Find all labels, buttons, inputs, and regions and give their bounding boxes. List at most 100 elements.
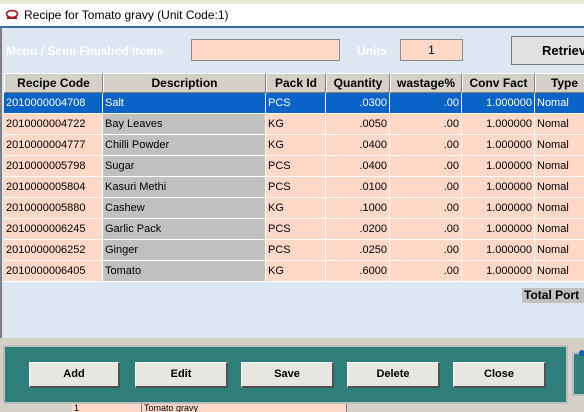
indicator-dot: [579, 350, 584, 356]
column-header-description[interactable]: Description: [103, 73, 266, 93]
pack-id-cell[interactable]: PCS: [266, 240, 326, 261]
conv-fact-cell[interactable]: 1.000000: [462, 261, 535, 282]
type-cell[interactable]: Nomal: [535, 114, 584, 135]
recipe-code-cell[interactable]: 2010000006405: [4, 261, 103, 282]
description-cell[interactable]: Kasuri Methi: [103, 177, 266, 198]
description-cell[interactable]: Sugar: [103, 156, 266, 177]
quantity-cell[interactable]: .6000: [326, 261, 390, 282]
quantity-cell[interactable]: .0250: [326, 240, 390, 261]
pack-id-cell[interactable]: PCS: [266, 93, 326, 114]
column-header-pack-id[interactable]: Pack Id: [266, 73, 326, 93]
table-row[interactable]: 2010000004777 Chilli Powder KG .0400 .00…: [4, 135, 584, 156]
quantity-cell[interactable]: .0300: [326, 93, 390, 114]
description-cell[interactable]: Cashew: [103, 198, 266, 219]
quantity-cell[interactable]: .0400: [326, 135, 390, 156]
description-cell[interactable]: Garlic Pack: [103, 219, 266, 240]
pack-id-cell[interactable]: KG: [266, 198, 326, 219]
type-cell[interactable]: Nomal: [535, 135, 584, 156]
pack-id-cell[interactable]: PCS: [266, 177, 326, 198]
type-cell[interactable]: Nomal: [535, 198, 584, 219]
background-list-row: 1 Tomato gravy: [72, 404, 347, 412]
description-cell[interactable]: Chilli Powder: [103, 135, 266, 156]
recipe-code-cell[interactable]: 2010000004708: [4, 93, 103, 114]
save-button[interactable]: Save: [241, 362, 334, 388]
recipe-code-cell[interactable]: 2010000005880: [4, 198, 103, 219]
conv-fact-cell[interactable]: 1.000000: [462, 135, 535, 156]
table-row[interactable]: 2010000005804 Kasuri Methi PCS .0100 .00…: [4, 177, 584, 198]
type-cell[interactable]: Nomal: [535, 156, 584, 177]
quantity-cell[interactable]: .0050: [326, 114, 390, 135]
window-title: Recipe for Tomato gravy (Unit Code:1): [24, 8, 229, 22]
description-cell[interactable]: Ginger: [103, 240, 266, 261]
table-row[interactable]: 2010000004722 Bay Leaves KG .0050 .00 1.…: [4, 114, 584, 135]
conv-fact-cell[interactable]: 1.000000: [462, 93, 535, 114]
side-panel-edge: [572, 352, 584, 396]
pack-id-cell[interactable]: KG: [266, 114, 326, 135]
conv-fact-cell[interactable]: 1.000000: [462, 156, 535, 177]
recipe-code-cell[interactable]: 2010000005798: [4, 156, 103, 177]
description-cell[interactable]: Tomato: [103, 261, 266, 282]
table-row[interactable]: 2010000006252 Ginger PCS .0250 .00 1.000…: [4, 240, 584, 261]
column-header-type[interactable]: Type: [535, 73, 584, 93]
edit-button[interactable]: Edit: [135, 362, 228, 388]
recipe-code-cell[interactable]: 2010000005804: [4, 177, 103, 198]
retrieve-button[interactable]: Retriev: [511, 36, 584, 65]
description-cell[interactable]: Salt: [103, 93, 266, 114]
background-row-number: 1: [72, 404, 142, 412]
menu-items-label: Menu / Semi Finished Items: [6, 44, 164, 58]
type-cell[interactable]: Nomal: [535, 177, 584, 198]
column-header-conv-fact[interactable]: Conv Fact: [462, 73, 535, 93]
wastage-cell[interactable]: .00: [390, 114, 462, 135]
units-label: Units: [357, 44, 387, 58]
wastage-cell[interactable]: .00: [390, 261, 462, 282]
recipe-code-cell[interactable]: 2010000004722: [4, 114, 103, 135]
recipe-code-cell[interactable]: 2010000006252: [4, 240, 103, 261]
units-input[interactable]: 1: [400, 39, 463, 61]
wastage-cell[interactable]: .00: [390, 198, 462, 219]
type-cell[interactable]: Nomal: [535, 261, 584, 282]
title-bar: Recipe for Tomato gravy (Unit Code:1): [0, 4, 584, 26]
menu-items-input[interactable]: [191, 39, 340, 61]
column-header-quantity[interactable]: Quantity: [326, 73, 390, 93]
quantity-cell[interactable]: .0200: [326, 219, 390, 240]
type-cell[interactable]: Nomal: [535, 93, 584, 114]
table-row[interactable]: 2010000005798 Sugar PCS .0400 .00 1.0000…: [4, 156, 584, 177]
quantity-cell[interactable]: .0100: [326, 177, 390, 198]
type-cell[interactable]: Nomal: [535, 240, 584, 261]
recipe-grid: Recipe Code Description Pack Id Quantity…: [4, 73, 584, 282]
grid-header: Recipe Code Description Pack Id Quantity…: [4, 73, 584, 93]
table-row[interactable]: 2010000005880 Cashew KG .1000 .00 1.0000…: [4, 198, 584, 219]
pack-id-cell[interactable]: KG: [266, 261, 326, 282]
table-row[interactable]: 2010000004708 Salt PCS .0300 .00 1.00000…: [4, 93, 584, 114]
pack-id-cell[interactable]: PCS: [266, 219, 326, 240]
total-portion-label: Total Port: [522, 288, 584, 303]
conv-fact-cell[interactable]: 1.000000: [462, 219, 535, 240]
recipe-app-icon: [5, 9, 19, 19]
column-header-wastage[interactable]: wastage%: [390, 73, 462, 93]
quantity-cell[interactable]: .1000: [326, 198, 390, 219]
conv-fact-cell[interactable]: 1.000000: [462, 240, 535, 261]
pack-id-cell[interactable]: KG: [266, 135, 326, 156]
wastage-cell[interactable]: .00: [390, 240, 462, 261]
conv-fact-cell[interactable]: 1.000000: [462, 198, 535, 219]
wastage-cell[interactable]: .00: [390, 219, 462, 240]
pack-id-cell[interactable]: PCS: [266, 156, 326, 177]
add-button[interactable]: Add: [29, 362, 120, 388]
table-row[interactable]: 2010000006405 Tomato KG .6000 .00 1.0000…: [4, 261, 584, 282]
column-header-recipe-code[interactable]: Recipe Code: [4, 73, 103, 93]
quantity-cell[interactable]: .0400: [326, 156, 390, 177]
wastage-cell[interactable]: .00: [390, 177, 462, 198]
table-row[interactable]: 2010000006245 Garlic Pack PCS .0200 .00 …: [4, 219, 584, 240]
delete-button[interactable]: Delete: [347, 362, 440, 388]
wastage-cell[interactable]: .00: [390, 156, 462, 177]
type-cell[interactable]: Nomal: [535, 219, 584, 240]
background-row-name: Tomato gravy: [142, 404, 347, 412]
description-cell[interactable]: Bay Leaves: [103, 114, 266, 135]
recipe-code-cell[interactable]: 2010000006245: [4, 219, 103, 240]
wastage-cell[interactable]: .00: [390, 93, 462, 114]
wastage-cell[interactable]: .00: [390, 135, 462, 156]
conv-fact-cell[interactable]: 1.000000: [462, 114, 535, 135]
recipe-code-cell[interactable]: 2010000004777: [4, 135, 103, 156]
conv-fact-cell[interactable]: 1.000000: [462, 177, 535, 198]
close-button[interactable]: Close: [453, 362, 546, 388]
